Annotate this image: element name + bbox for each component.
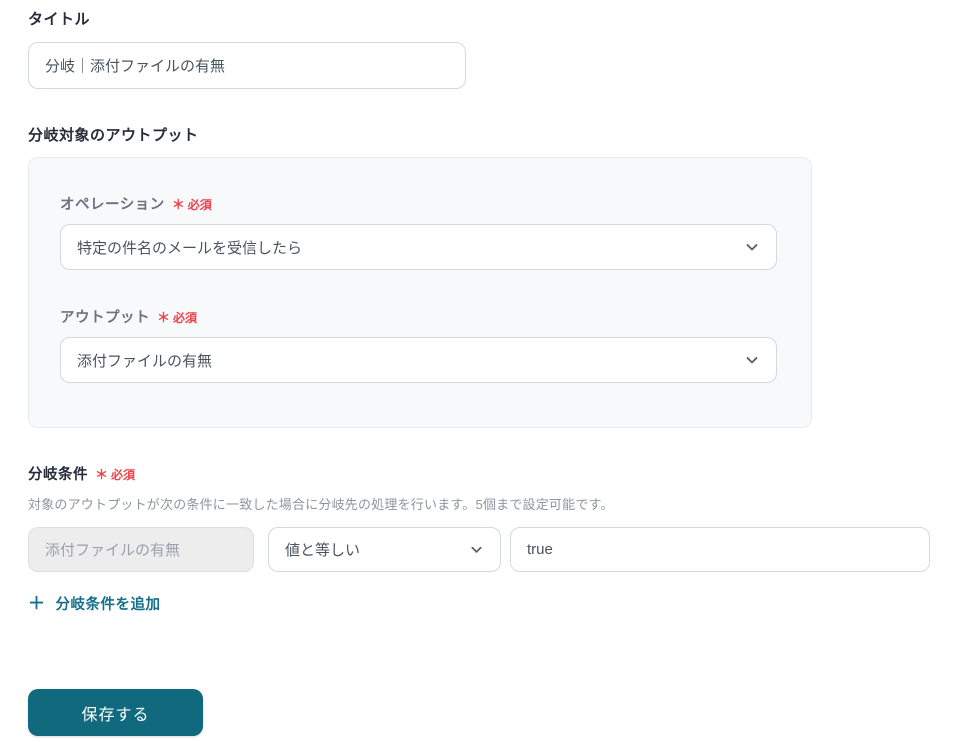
operation-required-badge: ＊必須	[172, 194, 212, 213]
operation-label-row: オペレーション ＊必須	[60, 193, 212, 214]
condition-target-input: 添付ファイルの有無	[28, 527, 254, 572]
output-label-row: アウトプット ＊必須	[60, 306, 197, 327]
condition-operator-value: 値と等しい	[285, 542, 361, 559]
save-button[interactable]: 保存する	[28, 689, 203, 736]
condition-description: 対象のアウトプットが次の条件に一致した場合に分岐先の処理を行います。5個まで設定…	[28, 497, 614, 512]
operation-label: オペレーション	[60, 197, 165, 213]
branch-settings-form: タイトル 分岐｜添付ファイルの有無 分岐対象のアウトプット オペレーション ＊必…	[0, 0, 975, 742]
add-condition-button[interactable]: ＋ 分岐条件を追加	[28, 593, 161, 614]
chevron-down-icon	[744, 239, 760, 255]
condition-required-label: 必須	[111, 468, 136, 482]
operation-required-label: 必須	[187, 198, 212, 212]
condition-value-text: true	[527, 541, 553, 558]
condition-target-value: 添付ファイルの有無	[45, 542, 181, 559]
title-field-label: タイトル	[28, 11, 91, 28]
required-asterisk-icon: ＊	[157, 310, 171, 325]
title-input[interactable]: 分岐｜添付ファイルの有無	[28, 42, 466, 89]
chevron-down-icon	[744, 352, 760, 368]
condition-required-badge: ＊必須	[95, 464, 135, 483]
condition-value-input[interactable]: true	[510, 527, 930, 572]
chevron-down-icon	[469, 542, 484, 557]
operation-select-value: 特定の件名のメールを受信したら	[77, 239, 303, 257]
operation-select[interactable]: 特定の件名のメールを受信したら	[60, 224, 777, 270]
save-button-label: 保存する	[81, 706, 150, 724]
output-required-label: 必須	[173, 311, 198, 325]
condition-label-row: 分岐条件 ＊必須	[28, 463, 135, 484]
required-asterisk-icon: ＊	[95, 467, 109, 482]
condition-row: 添付ファイルの有無 値と等しい true	[28, 527, 930, 572]
output-section-label: 分岐対象のアウトプット	[28, 127, 199, 144]
condition-section-label: 分岐条件	[28, 467, 88, 483]
output-required-badge: ＊必須	[157, 307, 197, 326]
add-condition-label: 分岐条件を追加	[55, 597, 161, 613]
title-input-value: 分岐｜添付ファイルの有無	[45, 58, 226, 75]
required-asterisk-icon: ＊	[171, 197, 185, 212]
output-label: アウトプット	[60, 310, 150, 326]
output-select-value: 添付ファイルの有無	[77, 352, 213, 370]
condition-operator-select[interactable]: 値と等しい	[268, 527, 501, 572]
plus-icon: ＋	[28, 594, 46, 613]
output-select[interactable]: 添付ファイルの有無	[60, 337, 777, 383]
